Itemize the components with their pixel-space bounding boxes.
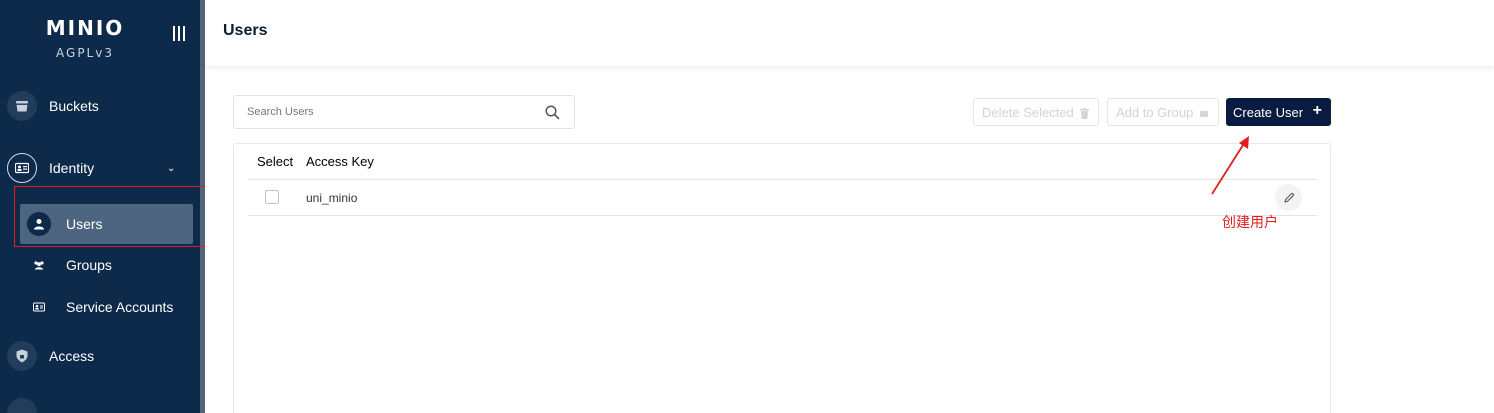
add-to-group-button[interactable]: Add to Group	[1107, 98, 1219, 126]
pencil-icon	[1283, 192, 1294, 203]
create-user-label: Create User	[1233, 104, 1304, 120]
sidebar-item-label: Service Accounts	[66, 299, 174, 315]
table-row[interactable]: uni_minio	[248, 180, 1317, 216]
access-key-cell: uni_minio	[306, 191, 358, 205]
sidebar-item-access[interactable]: Access	[0, 341, 200, 371]
add-to-group-label: Add to Group	[1116, 104, 1194, 120]
sidebar-item-identity[interactable]: Identity ⌄	[0, 153, 200, 183]
annotation-arrow-icon	[1211, 136, 1249, 195]
search-input[interactable]	[247, 96, 537, 128]
sidebar-item-label: Identity	[49, 160, 95, 176]
search-icon[interactable]	[545, 105, 560, 125]
search-box[interactable]	[233, 95, 575, 129]
create-user-button[interactable]: Create User +	[1226, 98, 1331, 126]
bucket-icon	[7, 91, 37, 121]
group-icon	[33, 260, 45, 270]
id-card-icon	[7, 153, 37, 183]
sidebar-item-label: Buckets	[49, 98, 99, 114]
menu-collapse-icon[interactable]	[173, 26, 185, 41]
delete-selected-label: Delete Selected	[982, 104, 1074, 120]
shield-icon	[7, 341, 37, 371]
license-label: AGPLv3	[56, 46, 114, 60]
sidebar-item-partial-icon	[7, 398, 37, 413]
users-table: Select Access Key uni_minio	[233, 143, 1331, 413]
page-header: Users	[205, 0, 1494, 66]
edit-user-button[interactable]	[1275, 184, 1302, 211]
trash-icon	[1080, 107, 1089, 122]
column-header-access-key[interactable]: Access Key	[306, 154, 374, 169]
delete-selected-button[interactable]: Delete Selected	[973, 98, 1099, 126]
sidebar-item-label: Groups	[66, 257, 112, 273]
sidebar-item-groups[interactable]: Groups	[33, 257, 112, 273]
sidebar-item-buckets[interactable]: Buckets	[0, 91, 200, 121]
sidebar-item-label: Access	[49, 348, 95, 364]
chevron-down-icon[interactable]: ⌄	[167, 163, 175, 174]
table-header: Select Access Key	[248, 144, 1317, 180]
annotation-label: 创建用户	[1222, 215, 1278, 231]
sidebar-item-service-accounts[interactable]: Service Accounts	[33, 299, 173, 315]
sidebar-item-partial[interactable]	[0, 398, 200, 413]
minio-logo[interactable]: MINIO	[30, 16, 140, 40]
plus-icon: +	[1312, 102, 1322, 119]
row-select-checkbox[interactable]	[265, 190, 279, 204]
page-title: Users	[223, 22, 268, 39]
service-account-icon	[33, 302, 45, 312]
group-add-icon	[1199, 107, 1209, 122]
annotation-highlight-box	[14, 186, 223, 247]
brand: MINIO AGPLv3	[30, 16, 140, 60]
column-header-select[interactable]: Select	[257, 154, 293, 169]
